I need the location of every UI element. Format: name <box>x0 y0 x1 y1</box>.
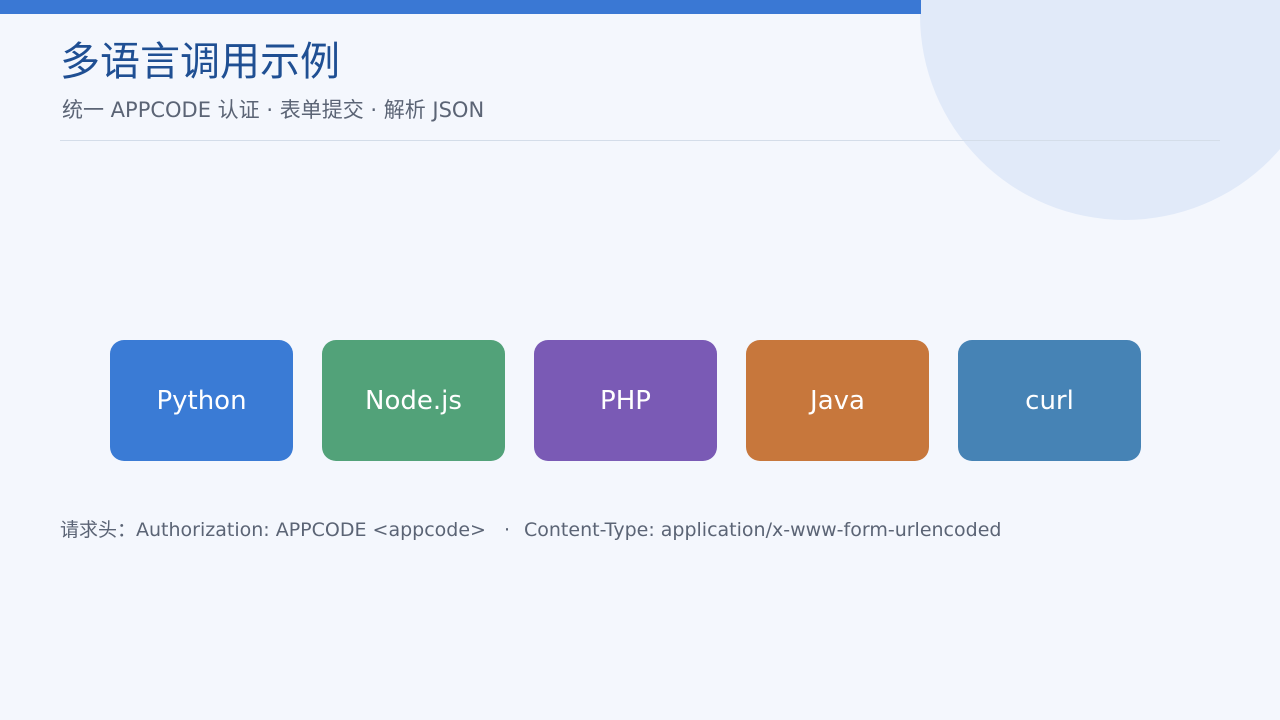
page-subtitle: 统一 APPCODE 认证 · 表单提交 · 解析 JSON <box>62 98 485 122</box>
headers-prefix: 请求头： <box>60 519 137 541</box>
language-tile-curl[interactable]: curl <box>958 340 1141 461</box>
title-divider <box>60 140 1220 141</box>
language-tile-php[interactable]: PHP <box>534 340 717 461</box>
decorative-circle <box>920 0 1280 220</box>
content-type-header: Content-Type: application/x-www-form-url… <box>524 519 1002 541</box>
authorization-header: Authorization: APPCODE <appcode> <box>136 519 486 541</box>
request-headers-note: 请求头：Authorization: APPCODE <appcode> · Con… <box>60 516 1001 544</box>
language-tile-nodejs[interactable]: Node.js <box>322 340 505 461</box>
page-title: 多语言调用示例 <box>60 39 340 85</box>
language-tiles: Python Node.js PHP Java curl <box>110 340 1141 461</box>
language-tile-java[interactable]: Java <box>746 340 929 461</box>
language-tile-python[interactable]: Python <box>110 340 293 461</box>
top-accent-bar <box>0 0 921 14</box>
header-separator: · <box>503 519 510 541</box>
